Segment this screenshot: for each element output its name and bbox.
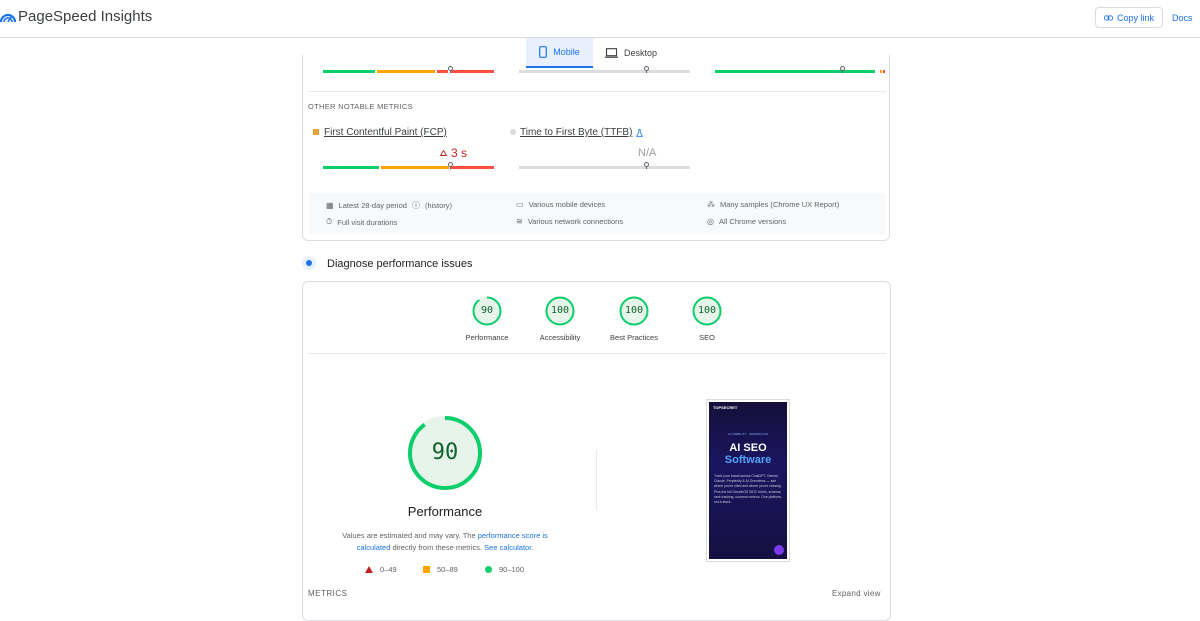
percentile-marker xyxy=(644,162,649,169)
fcp-status-square xyxy=(313,129,319,135)
pagespeed-logo-icon xyxy=(0,13,16,23)
fcp-value-text: 3 s xyxy=(451,146,468,160)
score-value: 100 xyxy=(624,305,644,316)
score-gauge-accessibility[interactable]: 100 xyxy=(545,296,575,326)
distribution-bar xyxy=(323,66,494,73)
screenshot-tagline: AI VISIBILITY · GROWTH OS xyxy=(728,432,768,436)
pass-circle-icon xyxy=(485,566,492,573)
screenshot-subheading: Software xyxy=(724,454,772,466)
info-versions: ◎ All Chrome versions xyxy=(707,217,787,226)
fcp-distribution-bar xyxy=(323,162,494,169)
chrome-icon: ◎ xyxy=(707,217,714,226)
devices-icon: ▭ xyxy=(516,200,524,209)
info-network: ≋ Various network connections xyxy=(516,217,624,226)
lighthouse-icon xyxy=(302,256,316,270)
expand-view-button[interactable]: Expand view xyxy=(832,589,881,598)
score-note: Values are estimated and may vary. The p… xyxy=(342,531,548,552)
ttfb-link[interactable]: Time to First Byte (TTFB) xyxy=(520,127,632,138)
experimental-flask-icon xyxy=(636,129,643,137)
score-label: Accessibility xyxy=(539,333,581,342)
performance-score-value: 90 xyxy=(431,440,459,465)
top-bar: PageSpeed Insights Copy link Docs xyxy=(0,0,1200,38)
score-value: 90 xyxy=(480,305,494,316)
legend-average: 50–89 xyxy=(423,565,458,574)
link-icon xyxy=(1104,14,1113,21)
help-icon[interactable]: ⓘ xyxy=(412,200,420,211)
screenshot-image: TOPSECRET AI VISIBILITY · GROWTH OS AI S… xyxy=(709,402,787,559)
legend-fail: 0–49 xyxy=(365,565,397,574)
wifi-icon: ≋ xyxy=(516,217,523,226)
whatsapp-icon xyxy=(774,545,784,555)
ttfb-value: N/A xyxy=(638,147,657,159)
final-screenshot[interactable]: TOPSECRET AI VISIBILITY · GROWTH OS AI S… xyxy=(706,399,790,562)
legend-pass: 90–100 xyxy=(485,565,524,574)
distribution-bar xyxy=(519,66,690,73)
score-value: 100 xyxy=(550,305,570,316)
performance-score-label: Performance xyxy=(407,504,483,519)
percentile-marker xyxy=(448,66,453,73)
metrics-title: METRICS xyxy=(308,589,348,598)
screenshot-body-text: Track your brand across ChatGPT, Gemini,… xyxy=(714,474,782,505)
score-value: 100 xyxy=(697,305,717,316)
ttfb-distribution-bar xyxy=(519,162,690,169)
warning-triangle-icon xyxy=(440,150,447,156)
history-link[interactable]: history xyxy=(427,201,449,210)
score-label: Performance xyxy=(465,333,509,342)
info-visit: ⏱ Full visit durations xyxy=(326,217,398,227)
diagnose-title: Diagnose performance issues xyxy=(327,258,473,270)
fcp-link[interactable]: First Contentful Paint (FCP) xyxy=(324,127,447,138)
fcp-value: 3 s xyxy=(440,146,467,160)
see-calculator-link[interactable]: See calculator xyxy=(484,543,531,552)
section-title: OTHER NOTABLE METRICS xyxy=(308,102,413,111)
info-devices: ▭ Various mobile devices xyxy=(516,200,606,209)
score-gauge-best-practices[interactable]: 100 xyxy=(619,296,649,326)
fail-triangle-icon xyxy=(365,566,373,573)
info-samples: ⁂ Many samples (Chrome UX Report) xyxy=(707,200,840,209)
percentile-marker xyxy=(448,162,453,169)
screenshot-heading: AI SEO xyxy=(729,442,767,454)
docs-link[interactable]: Docs xyxy=(1172,13,1193,23)
score-label: SEO xyxy=(699,333,715,342)
average-square-icon xyxy=(423,566,430,573)
score-label: Best Practices xyxy=(610,333,658,342)
divider xyxy=(308,353,886,354)
copy-link-label: Copy link xyxy=(1116,12,1154,23)
ttfb-status-dot xyxy=(510,129,516,135)
app-title: PageSpeed Insights xyxy=(18,8,153,25)
percentile-marker xyxy=(840,66,845,73)
divider xyxy=(308,91,886,92)
info-period: ▦ Latest 28-day period ⓘ (history) xyxy=(326,200,453,211)
users-icon: ⁂ xyxy=(707,200,715,209)
percentile-marker xyxy=(644,66,649,73)
distribution-bar xyxy=(715,66,886,73)
chrome-ux-report-link[interactable]: Chrome UX Report xyxy=(773,200,837,209)
score-gauge-performance[interactable]: 90 xyxy=(472,296,502,326)
copy-link-button[interactable]: Copy link xyxy=(1095,7,1163,28)
score-gauge-seo[interactable]: 100 xyxy=(692,296,722,326)
screenshot-brand: TOPSECRET xyxy=(713,405,738,410)
calendar-icon: ▦ xyxy=(326,201,334,210)
timer-icon: ⏱ xyxy=(326,217,333,226)
divider xyxy=(596,450,597,510)
